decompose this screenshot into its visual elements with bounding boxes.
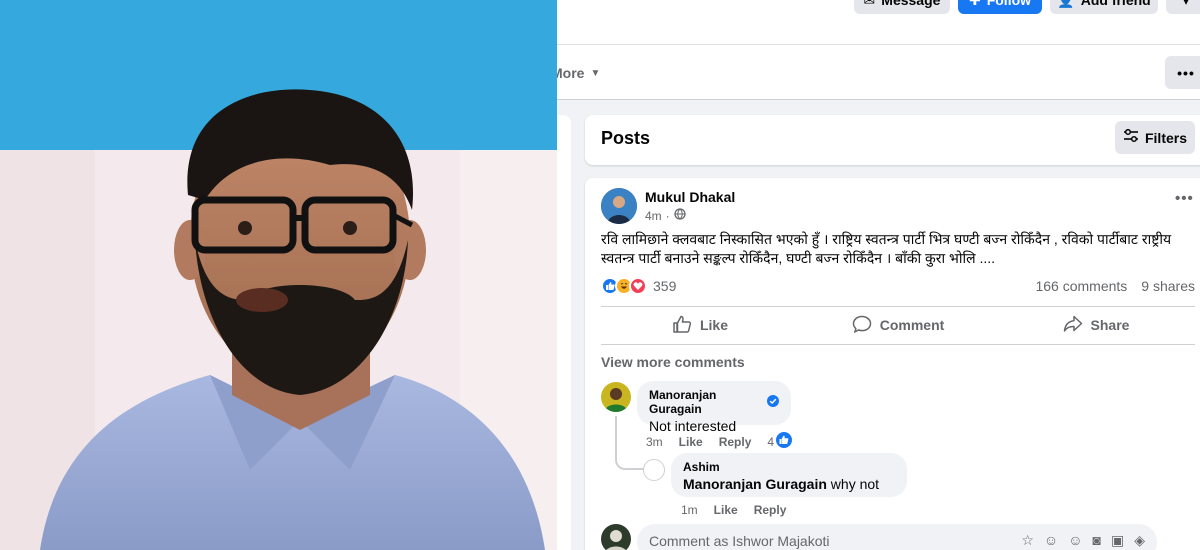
person-photo [0, 0, 557, 550]
comment-meta: 3m Like Reply 4 [646, 432, 793, 451]
like-reaction-icon [776, 432, 793, 451]
love-reaction-icon [629, 277, 647, 295]
filters-button[interactable]: Filters [1115, 121, 1195, 154]
post-body-text: रवि लामिछाने क्लवबाट निस्कासित भएको हुँ … [601, 231, 1172, 266]
like-button-label: Like [699, 317, 728, 333]
filters-label: Filters [1144, 129, 1187, 146]
comment-author[interactable]: Manoranjan Guragain [649, 388, 763, 416]
reply-text: why not [826, 476, 880, 492]
profile-header: ✉ Message ✚ Follow 👤 Add friend ▾ [557, 0, 1200, 45]
reply-reply-link[interactable]: Reply [754, 503, 787, 517]
post-time[interactable]: 4m [645, 209, 662, 223]
reply-bubble: Ashim Manoranjan Guragain why not [671, 453, 907, 497]
sticker-icon[interactable]: ☺ [1044, 532, 1058, 549]
reply-time[interactable]: 1m [681, 503, 698, 517]
camera-icon[interactable]: ◙ [1093, 532, 1101, 549]
share-button[interactable]: Share [997, 308, 1195, 342]
post-options-button[interactable]: ••• [1175, 190, 1194, 207]
follow-button[interactable]: ✚ Follow [958, 0, 1042, 14]
add-friend-button[interactable]: 👤 Add friend [1050, 0, 1158, 14]
chevron-down-icon: ▾ [1182, 0, 1189, 9]
tab-more-label: More [557, 65, 585, 81]
screenshot-root: ✉ Message ✚ Follow 👤 Add friend ▾ More ▼… [0, 0, 1200, 550]
commenter-avatar[interactable] [601, 382, 631, 412]
profile-more-options-button[interactable]: ••• [1165, 56, 1200, 89]
reaction-summary[interactable]: 359 [601, 277, 676, 295]
globe-icon [674, 208, 686, 223]
post-actions: Like Comment Share [601, 308, 1195, 342]
add-friend-icon: 👤 [1057, 0, 1074, 9]
current-user-avatar[interactable] [601, 524, 631, 550]
reaction-count: 359 [653, 278, 677, 294]
emoji-icon[interactable]: ☺ [1068, 532, 1082, 549]
reply-avatar[interactable] [643, 459, 665, 481]
sticker-pack-icon[interactable]: ◈ [1134, 532, 1145, 549]
profile-tabs: More ▼ ••• [557, 45, 1200, 100]
comment-bubble: Manoranjan Guragain Not interested [637, 381, 791, 434]
sliders-icon [1123, 128, 1139, 146]
stats-divider [601, 306, 1195, 307]
author-avatar[interactable] [601, 188, 637, 224]
comment-button[interactable]: Comment [799, 308, 997, 342]
reply-mention[interactable]: Manoranjan Guragain [683, 476, 827, 492]
comment-input[interactable]: Comment as Ishwor Majakoti ☆ ☺ ☺ ◙ ▣ ◈ [637, 524, 1157, 550]
posts-header-card: Posts Filters [585, 115, 1200, 165]
message-button-label: Message [881, 0, 941, 8]
shares-count[interactable]: 9 shares [1141, 278, 1195, 294]
messenger-icon: ✉ [864, 0, 876, 9]
comment-like-count: 4 [767, 434, 775, 449]
post-meta: 4m · [645, 208, 686, 223]
tab-more[interactable]: More ▼ [557, 65, 600, 81]
share-button-label: Share [1090, 317, 1130, 333]
comments-count[interactable]: 166 comments [1035, 278, 1127, 294]
post-card: Mukul Dhakal 4m · ••• रवि लामिछाने क्लवब… [585, 178, 1200, 550]
intro-card-edge [557, 115, 571, 550]
posts-title: Posts [601, 128, 651, 148]
reply-like-link[interactable]: Like [714, 503, 738, 517]
actions-divider [601, 344, 1195, 345]
comment-like-count-badge[interactable]: 4 [767, 432, 793, 451]
follow-button-label: Follow [986, 0, 1032, 8]
reply-thread-line [615, 416, 649, 470]
comment-like-link[interactable]: Like [679, 435, 703, 449]
dot-separator: · [665, 208, 670, 223]
thumbs-up-icon [672, 315, 692, 336]
like-button[interactable]: Like [601, 308, 799, 342]
avatar-sticker-icon[interactable]: ☆ [1021, 532, 1034, 549]
comment-button-label: Comment [879, 317, 945, 333]
share-icon [1063, 315, 1083, 336]
comment-icon [852, 315, 872, 336]
post-author[interactable]: Mukul Dhakal [645, 189, 735, 205]
gif-icon[interactable]: ▣ [1111, 532, 1124, 549]
verified-badge-icon [767, 394, 779, 410]
more-dots-icon: ••• [1177, 64, 1195, 81]
reply-meta: 1m Like Reply [681, 503, 786, 517]
comment-input-placeholder: Comment as Ishwor Majakoti [649, 533, 830, 549]
add-friend-button-label: Add friend [1080, 0, 1151, 8]
header-chevron-button[interactable]: ▾ [1166, 0, 1200, 14]
facebook-panel: ✉ Message ✚ Follow 👤 Add friend ▾ More ▼… [557, 0, 1200, 550]
message-button[interactable]: ✉ Message [854, 0, 950, 14]
caret-down-icon: ▼ [590, 67, 601, 79]
comment-author-row: Manoranjan Guragain [649, 388, 779, 416]
composer-tools: ☆ ☺ ☺ ◙ ▣ ◈ [1021, 532, 1145, 549]
post-stats: 166 comments 9 shares [1035, 278, 1195, 294]
view-more-comments-link[interactable]: View more comments [601, 354, 745, 370]
comment-reply-link[interactable]: Reply [719, 435, 752, 449]
reply-author[interactable]: Ashim [683, 460, 895, 474]
reply-text-row: Manoranjan Guragain why not [683, 476, 895, 492]
follow-icon: ✚ [969, 0, 981, 9]
